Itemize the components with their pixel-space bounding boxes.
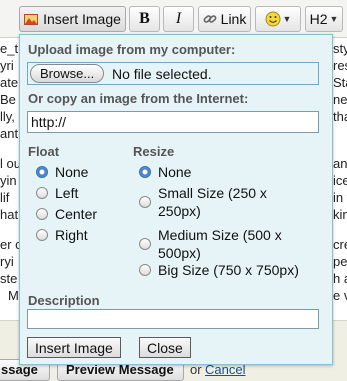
editor-text-fragment: pe xyxy=(333,254,347,269)
editor-text-fragment: ice xyxy=(333,173,347,188)
float-label: Float xyxy=(28,144,60,159)
close-button[interactable]: Close xyxy=(139,337,191,358)
editor-text-fragment: cre xyxy=(333,237,347,252)
float-option-right[interactable]: Right xyxy=(36,226,88,244)
editor-text-fragment: anc xyxy=(333,156,347,171)
heading-button[interactable]: H2 ▼ xyxy=(305,6,343,32)
resize-option-label: None xyxy=(158,164,192,180)
smiley-icon xyxy=(265,11,281,27)
float-option-label: None xyxy=(55,164,89,180)
editor-toolbar: Insert Image B I Link ▼ H2 ▼ xyxy=(0,0,347,38)
editor-text-fragment: yri xyxy=(0,58,14,73)
url-label: Or copy an image from the Internet: xyxy=(28,91,249,106)
close-label: Close xyxy=(147,339,183,356)
link-label: Link xyxy=(220,11,247,27)
editor-text-fragment: res xyxy=(333,58,347,73)
editor-text-fragment: M xyxy=(8,288,19,303)
editor-text-fragment: hat xyxy=(0,207,19,222)
editor-text-fragment: ant xyxy=(0,126,19,141)
editor-text-fragment: ate xyxy=(0,75,19,90)
editor-text-fragment: in f xyxy=(333,190,347,205)
file-status-text: No file selected. xyxy=(112,66,212,82)
editor-text-fragment: ryi xyxy=(0,254,14,269)
editor-text-fragment: e v xyxy=(333,288,347,303)
float-option-label: Right xyxy=(55,227,88,243)
float-option-center[interactable]: Center xyxy=(36,205,97,223)
resize-option-medium[interactable]: Medium Size (500 x 500px) xyxy=(139,226,282,262)
editor-text-fragment: nev xyxy=(333,92,347,107)
float-option-label: Left xyxy=(55,185,79,201)
image-icon xyxy=(24,13,39,25)
browse-label: Browse... xyxy=(40,66,95,81)
insert-image-button[interactable]: Insert Image xyxy=(19,6,126,32)
resize-option-small[interactable]: Small Size (250 x 250px) xyxy=(139,184,267,220)
editor-text-fragment: ste xyxy=(0,271,18,286)
file-upload-field: Browse... No file selected. xyxy=(27,62,319,85)
browse-button[interactable]: Browse... xyxy=(30,64,105,83)
radio-selected-icon xyxy=(139,166,151,178)
float-option-none[interactable]: None xyxy=(36,163,88,181)
italic-button[interactable]: I xyxy=(163,6,194,32)
resize-option-label: Small Size (250 x 250px) xyxy=(158,184,267,220)
resize-option-line: 250px) xyxy=(158,203,201,219)
radio-icon xyxy=(139,264,151,276)
bold-label: B xyxy=(139,10,150,27)
insert-image-submit-label: Insert Image xyxy=(35,339,113,356)
editor-text-fragment: lly, xyxy=(0,109,15,124)
description-input[interactable] xyxy=(27,309,319,329)
editor-text-fragment: tha xyxy=(333,109,347,124)
resize-option-none[interactable]: None xyxy=(139,163,191,181)
float-option-label: Center xyxy=(55,206,98,222)
radio-icon xyxy=(36,187,48,199)
italic-label: I xyxy=(175,10,182,27)
radio-icon xyxy=(139,238,151,250)
chain-link-icon xyxy=(203,15,217,23)
editor-text-fragment: h a xyxy=(333,271,347,286)
insert-image-dialog: Upload image from my computer: Browse...… xyxy=(19,34,333,365)
insert-image-submit-button[interactable]: Insert Image xyxy=(27,337,121,358)
resize-label: Resize xyxy=(133,144,175,159)
editor-text-fragment: Sta xyxy=(333,75,347,90)
resize-option-line: 500px) xyxy=(158,245,201,261)
insert-image-label: Insert Image xyxy=(43,11,121,27)
radio-icon xyxy=(36,208,48,220)
resize-option-label: Medium Size (500 x 500px) xyxy=(158,226,282,262)
heading-label: H2 xyxy=(309,11,328,27)
float-option-left[interactable]: Left xyxy=(36,184,78,202)
editor-text-fragment: e_t xyxy=(0,41,19,56)
resize-option-line: Medium Size (500 x xyxy=(158,227,282,243)
editor-text-fragment: lif xyxy=(0,190,10,205)
resize-option-line: Small Size (250 x xyxy=(158,185,267,201)
radio-icon xyxy=(36,229,48,241)
bold-button[interactable]: B xyxy=(129,6,160,32)
resize-option-label: Big Size (750 x 750px) xyxy=(158,262,299,278)
editor-text-fragment: king xyxy=(333,207,347,222)
editor-text-fragment: l ou xyxy=(0,156,21,171)
editor-text-fragment: Be xyxy=(0,92,16,107)
upload-label: Upload image from my computer: xyxy=(28,42,236,57)
description-label: Description xyxy=(28,293,100,308)
image-url-input[interactable] xyxy=(27,111,319,133)
radio-selected-icon xyxy=(36,166,48,178)
editor-text-fragment: yin xyxy=(0,173,17,188)
chevron-down-icon: ▼ xyxy=(282,14,292,24)
editor-text-fragment: styl xyxy=(333,41,347,56)
link-button[interactable]: Link xyxy=(198,6,251,32)
resize-option-big[interactable]: Big Size (750 x 750px) xyxy=(139,261,299,279)
radio-icon xyxy=(139,196,151,208)
chevron-down-icon: ▼ xyxy=(329,14,339,24)
emoji-button[interactable]: ▼ xyxy=(255,6,301,32)
